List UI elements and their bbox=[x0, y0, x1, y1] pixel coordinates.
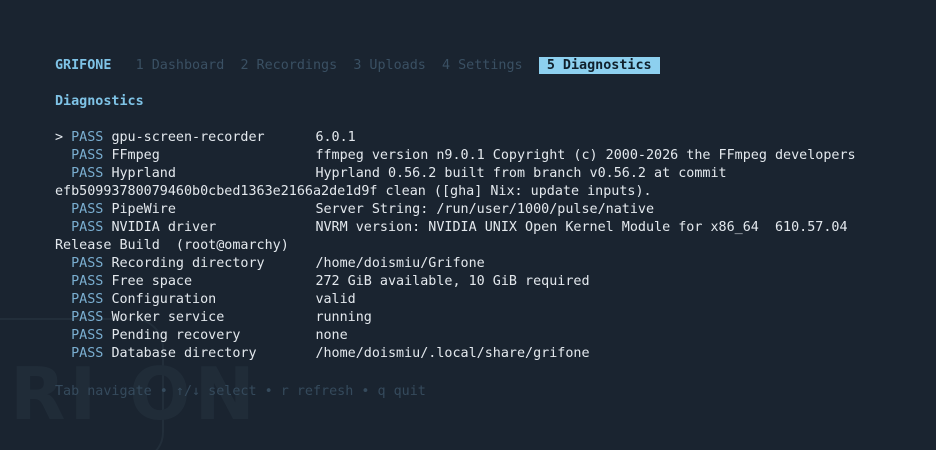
status-badge: PASS bbox=[71, 256, 104, 271]
check-name: Pending recovery bbox=[111, 328, 241, 343]
keybinding-hints: Tab navigate • ↑/↓ select • r refresh • … bbox=[55, 384, 426, 399]
check-row-recording-directory[interactable]: PASS Recording directory/home/doismiu/Gr… bbox=[55, 255, 485, 273]
check-row-gpu-screen-recorder[interactable]: > PASS gpu-screen-recorder 6.0.1 bbox=[55, 129, 356, 147]
status-badge: PASS bbox=[71, 328, 104, 343]
check-row-nvidia-driver[interactable]: PASS NVIDIA driver NVRM version: NVIDIA U… bbox=[55, 219, 848, 237]
check-value: 6.0.1 bbox=[315, 130, 356, 145]
tab-dashboard[interactable]: 1 Dashboard bbox=[136, 58, 225, 73]
check-row-configuration[interactable]: PASS Configuration valid bbox=[55, 291, 356, 309]
status-badge: PASS bbox=[71, 274, 104, 289]
check-row-hyprland[interactable]: PASS Hyprland Hyprland 0.56.2 built from … bbox=[55, 165, 727, 183]
check-row-pending-recovery[interactable]: PASS Pending recovery none bbox=[55, 327, 348, 345]
check-value: Hyprland 0.56.2 built from branch v0.56.… bbox=[315, 166, 727, 181]
app-brand: GRIFONE bbox=[55, 58, 112, 73]
status-badge: PASS bbox=[71, 292, 104, 307]
check-value: NVRM version: NVIDIA UNIX Open Kernel Mo… bbox=[315, 220, 848, 235]
check-name: Recording directory bbox=[111, 256, 265, 271]
tab-recordings[interactable]: 2 Recordings bbox=[240, 58, 337, 73]
check-value: /home/doismiu/Grifone bbox=[315, 256, 485, 271]
check-value-continuation: efb50993780079460b0cbed1363e2166a2de1d9f… bbox=[55, 184, 652, 199]
check-row-free-space[interactable]: PASS Free space 272 GiB available, 10 GiB… bbox=[55, 273, 590, 291]
check-name: FFmpeg bbox=[111, 148, 160, 163]
check-value: ffmpeg version n9.0.1 Copyright (c) 2000… bbox=[315, 148, 856, 163]
check-name: Hyprland bbox=[111, 166, 176, 181]
check-value: Server String: /run/user/1000/pulse/nati… bbox=[315, 202, 655, 217]
check-value: valid bbox=[315, 292, 356, 307]
tab-bar: GRIFONE 1 Dashboard 2 Recordings 3 Uploa… bbox=[55, 57, 660, 75]
check-name: NVIDIA driver bbox=[111, 220, 217, 235]
check-value: 272 GiB available, 10 GiB required bbox=[315, 274, 590, 289]
status-badge: PASS bbox=[71, 130, 104, 145]
check-name: PipeWire bbox=[111, 202, 176, 217]
status-badge: PASS bbox=[71, 310, 104, 325]
check-value-continuation: Release Build (root@omarchy) bbox=[55, 238, 289, 253]
selection-cursor: > bbox=[55, 130, 64, 145]
terminal-window: RI ON GRIFONE 1 Dashboard 2 Recordings 3… bbox=[0, 0, 936, 450]
status-badge: PASS bbox=[71, 148, 104, 163]
status-badge: PASS bbox=[71, 346, 104, 361]
tab-uploads[interactable]: 3 Uploads bbox=[353, 58, 426, 73]
tab-settings[interactable]: 4 Settings bbox=[442, 58, 523, 73]
check-name: Free space bbox=[111, 274, 193, 289]
status-badge: PASS bbox=[71, 202, 104, 217]
check-name: Worker service bbox=[111, 310, 225, 325]
tab-diagnostics[interactable]: 5 Diagnostics bbox=[538, 57, 660, 74]
check-row-pipewire[interactable]: PASS PipeWire Server String: /run/user/10… bbox=[55, 201, 654, 219]
check-name: Database directory bbox=[111, 346, 257, 361]
check-row-database-directory[interactable]: PASS Database directory/home/doismiu/.lo… bbox=[55, 345, 590, 363]
status-badge: PASS bbox=[71, 220, 104, 235]
page-title: Diagnostics bbox=[55, 94, 144, 109]
check-value: running bbox=[315, 310, 372, 325]
check-name: gpu-screen-recorder bbox=[111, 130, 265, 145]
check-value: none bbox=[315, 328, 348, 343]
check-name: Configuration bbox=[111, 292, 217, 307]
check-row-worker-service[interactable]: PASS Worker service running bbox=[55, 309, 372, 327]
check-row-ffmpeg[interactable]: PASS FFmpeg ffmpeg version n9.0.1 Copyrig… bbox=[55, 147, 856, 165]
status-badge: PASS bbox=[71, 166, 104, 181]
check-value: /home/doismiu/.local/share/grifone bbox=[315, 346, 590, 361]
